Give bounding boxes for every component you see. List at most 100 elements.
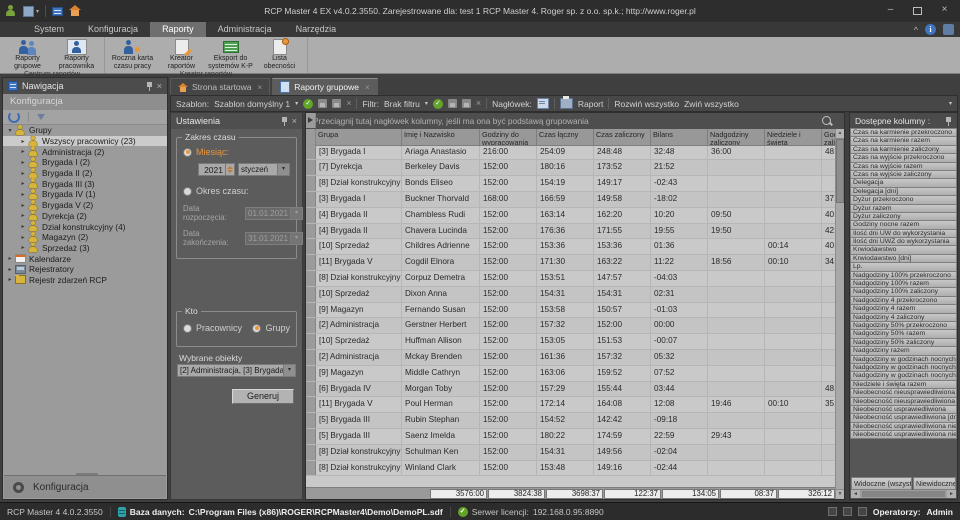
ribbon-button[interactable]: Kreator raportów: [157, 38, 206, 70]
report-button[interactable]: Raport: [578, 99, 604, 109]
month-radio[interactable]: [183, 148, 192, 157]
ribbon-tab[interactable]: Konfiguracja: [76, 22, 150, 37]
filter-icon[interactable]: [37, 114, 45, 120]
table-icon[interactable]: [52, 7, 63, 16]
refresh-icon[interactable]: [8, 111, 20, 123]
help-icon[interactable]: [943, 24, 954, 35]
export-icon[interactable]: [23, 6, 34, 17]
column-header-niedziele-swieta-zaliczony[interactable]: Niedziele i święta zaliczony: [765, 129, 822, 146]
quick-access-toolbar: ▾: [5, 5, 81, 17]
chevron-down-icon[interactable]: ▾: [283, 365, 295, 376]
ribbon-button[interactable]: Eksport do systemów K-P: [206, 38, 255, 70]
ribbon-tab[interactable]: System: [22, 22, 76, 37]
apply-template-icon[interactable]: ✓: [303, 99, 313, 109]
user-icon[interactable]: [5, 5, 17, 17]
ribbon-button[interactable]: Raporty grupowe: [3, 38, 52, 70]
scroll-down-icon[interactable]: ▼: [836, 489, 844, 499]
close-button[interactable]: ×: [931, 0, 958, 22]
home-icon[interactable]: [69, 5, 81, 17]
generate-button[interactable]: Generuj: [232, 389, 294, 404]
save-template-icon[interactable]: [318, 99, 327, 108]
available-columns-title: Dostępne kolumny :: [855, 116, 930, 126]
apply-filter-icon[interactable]: ✓: [433, 99, 443, 109]
visible-columns-button[interactable]: Widoczne (wszystkie): [851, 477, 912, 490]
save-filter-icon[interactable]: [448, 99, 457, 108]
selected-objects-select[interactable]: [2] Administracja, [3] Brygada I, [4] Br…: [177, 364, 296, 377]
column-header-czas-laczny[interactable]: Czas łączny: [537, 129, 594, 146]
column-header-czas-zaliczony[interactable]: Czas zaliczony: [594, 129, 651, 146]
ribbon-tab[interactable]: Raporty: [150, 22, 206, 37]
invisible-columns-button[interactable]: Niewidoczne (wszys: [913, 477, 956, 490]
toolbar-overflow-icon[interactable]: ▾: [949, 100, 952, 107]
month-select[interactable]: styczeń ▾: [238, 163, 290, 176]
collapse-all-button[interactable]: Zwiń wszystko: [684, 99, 739, 109]
spin-up-icon[interactable]: [227, 166, 233, 169]
printer-icon[interactable]: [560, 98, 573, 109]
ribbon-tab[interactable]: Administracja: [206, 22, 284, 37]
database-icon: [118, 507, 126, 517]
vertical-scrollbar[interactable]: ▲ ▼: [835, 129, 844, 499]
year-value[interactable]: 2021: [198, 163, 226, 176]
expand-all-button[interactable]: Rozwiń wszystko: [614, 99, 679, 109]
report-icon: [280, 81, 290, 93]
groups-radio[interactable]: [252, 324, 261, 333]
search-icon[interactable]: [822, 116, 831, 125]
end-date-field[interactable]: 31.01.2021 ▾: [245, 232, 303, 245]
filter-dropdown[interactable]: Brak filtru: [384, 99, 420, 109]
template-dropdown[interactable]: Szablon domyślny 1: [214, 99, 290, 109]
tab-strona-startowa[interactable]: Strona startowa ×: [170, 78, 270, 95]
spin-down-icon[interactable]: [227, 170, 233, 173]
scrollbar-thumb[interactable]: [836, 139, 844, 203]
configuration-button[interactable]: Konfiguracja: [4, 475, 166, 498]
scroll-up-icon[interactable]: ▲: [836, 129, 844, 139]
scroll-left-icon[interactable]: ◄: [851, 490, 860, 498]
column-header-bilans[interactable]: Bilans: [651, 129, 708, 146]
panel-toggle-icon[interactable]: [843, 507, 852, 516]
period-radio[interactable]: [183, 187, 192, 196]
year-spin-arrows[interactable]: [226, 163, 235, 176]
panel-toggle-icon[interactable]: [828, 507, 837, 516]
pin-icon[interactable]: [281, 117, 288, 126]
scrollbar-thumb[interactable]: [862, 491, 945, 497]
column-header-imie-nazwisko[interactable]: Imię i Nazwisko: [402, 129, 480, 146]
edit-header-icon[interactable]: [537, 98, 549, 109]
delete-filter-icon[interactable]: ×: [476, 99, 481, 108]
title-bar: ▾ RCP Master 4 EX v4.0.2.3550. Zarejestr…: [0, 0, 960, 22]
ribbon-button[interactable]: Roczna karta czasu pracy: [108, 38, 157, 70]
pin-icon[interactable]: [945, 117, 952, 126]
start-date-field[interactable]: 01.01.2021 ▾: [245, 207, 303, 220]
close-icon[interactable]: ×: [258, 83, 263, 92]
chevron-down-icon[interactable]: ▾: [277, 164, 289, 175]
panel-toggle-icon[interactable]: [858, 507, 867, 516]
report-toolbar: Szablon: Szablon domyślny 1 ▾ ✓ × Filtr:…: [170, 95, 958, 112]
ribbon-button[interactable]: Raporty pracownika: [52, 38, 101, 70]
divider: [356, 98, 357, 109]
horizontal-scrollbar[interactable]: ◄ ►: [851, 490, 956, 498]
maximize-button[interactable]: [904, 0, 931, 22]
ribbon-button[interactable]: Lista obecności: [255, 38, 304, 70]
column-header-godziny-nocne-zaliczony[interactable]: Godziny nocne zaliczony: [822, 129, 835, 146]
close-icon[interactable]: ×: [292, 117, 297, 126]
collapse-ribbon-icon[interactable]: ^: [914, 25, 918, 35]
column-header-nadgodziny-zaliczony[interactable]: Nadgodziny zaliczony: [708, 129, 765, 146]
scroll-right-icon[interactable]: ►: [947, 490, 956, 498]
save-filter-as-icon[interactable]: [462, 99, 471, 108]
chevron-down-icon[interactable]: ▾: [36, 8, 39, 15]
year-stepper[interactable]: 2021: [198, 163, 235, 176]
close-icon[interactable]: ×: [157, 82, 162, 91]
chevron-down-icon[interactable]: ▾: [295, 100, 298, 107]
minimize-button[interactable]: –: [877, 0, 904, 22]
column-header-grupa[interactable]: Grupa: [316, 129, 402, 146]
divider: [28, 112, 29, 122]
pin-icon[interactable]: [146, 82, 153, 91]
delete-template-icon[interactable]: ×: [346, 99, 351, 108]
employees-radio[interactable]: [183, 324, 192, 333]
ribbon-tab[interactable]: Narzędzia: [284, 22, 349, 37]
column-header-godziny-do-wypracowania[interactable]: Godziny do wypracowania: [480, 129, 537, 146]
info-icon[interactable]: i: [925, 24, 936, 35]
chevron-down-icon[interactable]: ▾: [425, 100, 428, 107]
close-icon[interactable]: ×: [365, 83, 370, 92]
group-by-bar[interactable]: Przeciągnij tutaj nagłówek kolumny, jeśl…: [306, 113, 844, 129]
tab-raporty-grupowe[interactable]: Raporty grupowe ×: [272, 78, 377, 95]
save-template-as-icon[interactable]: [332, 99, 341, 108]
